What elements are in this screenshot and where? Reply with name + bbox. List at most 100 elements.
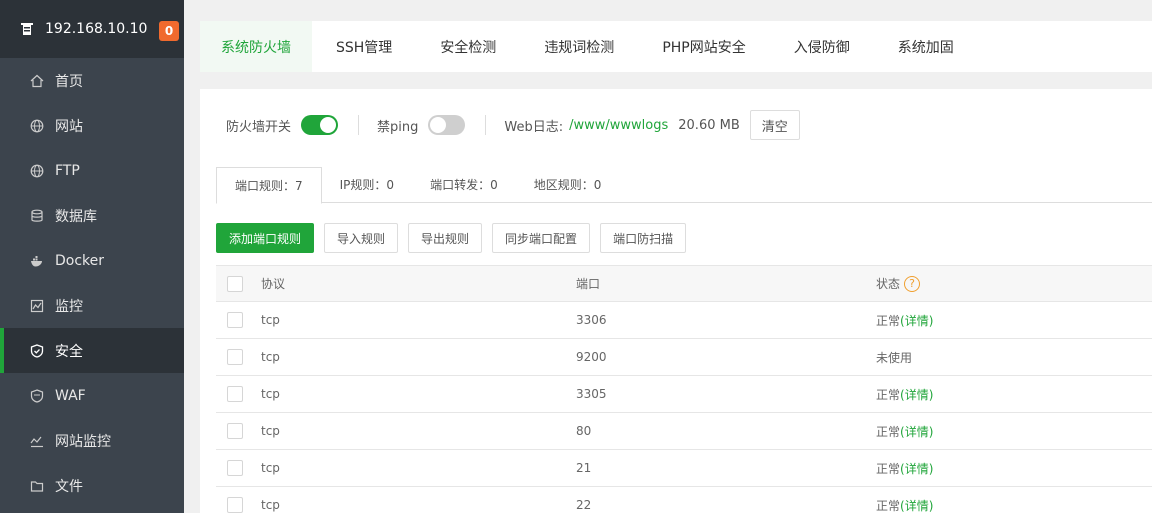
- toggle-knob: [430, 117, 447, 133]
- weblog-size: 20.60 MB: [678, 117, 740, 133]
- row-checkbox[interactable]: [227, 497, 243, 513]
- cell-status: 正常 (详情): [876, 386, 933, 403]
- row-checkbox[interactable]: [227, 349, 243, 365]
- table-row: tcp 22 正常 (详情): [216, 487, 1152, 513]
- header-port: 端口: [576, 277, 601, 291]
- sidebar-item-waf[interactable]: WAF: [0, 373, 184, 418]
- cell-port: 80: [576, 424, 592, 438]
- firewall-panel: 防火墙开关 禁ping Web日志: /www/wwwlogs 20.60 MB…: [200, 89, 1152, 513]
- weblog-path-link[interactable]: /www/wwwlogs: [569, 118, 668, 133]
- tab-system-hardening[interactable]: 系统加固: [874, 21, 978, 72]
- docker-icon: [30, 254, 44, 268]
- cell-protocol: tcp: [261, 498, 280, 512]
- export-rules-button[interactable]: 导出规则: [408, 223, 483, 253]
- sidebar-item-database[interactable]: 数据库: [0, 193, 184, 238]
- select-all-checkbox[interactable]: [227, 275, 243, 292]
- tab-system-firewall[interactable]: 系统防火墙: [200, 21, 312, 72]
- tab-port-forward[interactable]: 端口转发：0: [412, 167, 516, 202]
- logo-icon: [18, 20, 36, 38]
- header-protocol: 协议: [261, 277, 286, 291]
- detail-link[interactable]: (详情): [900, 312, 933, 329]
- rule-tabs: 端口规则：7 IP规则：0 端口转发：0 地区规则：0: [216, 167, 1152, 204]
- detail-link[interactable]: (详情): [900, 497, 933, 513]
- table-header: 协议 端口 状态 ?: [216, 266, 1152, 302]
- cell-status: 正常 (详情): [876, 312, 933, 329]
- status-text: 正常: [876, 424, 901, 439]
- cell-port: 3306: [576, 313, 607, 327]
- sidebar-item-label: FTP: [55, 162, 80, 179]
- tab-region-rules[interactable]: 地区规则：0: [516, 167, 620, 202]
- sidebar-item-monitor[interactable]: 监控: [0, 283, 184, 328]
- tab-intrusion-defense[interactable]: 入侵防御: [770, 21, 874, 72]
- tab-banned-words[interactable]: 违规词检测: [520, 21, 638, 72]
- security-tabs: 系统防火墙 SSH管理 安全检测 违规词检测 PHP网站安全 入侵防御 系统加固: [200, 21, 1152, 72]
- import-rules-button[interactable]: 导入规则: [324, 223, 399, 253]
- table-row: tcp 21 正常 (详情): [216, 450, 1152, 487]
- cell-port: 22: [576, 498, 592, 512]
- server-header: 192.168.10.10 0: [0, 0, 184, 58]
- tab-php-security[interactable]: PHP网站安全: [638, 21, 769, 72]
- clear-log-button[interactable]: 清空: [749, 110, 800, 140]
- table-row: tcp 80 正常 (详情): [216, 413, 1152, 450]
- sidebar-item-security[interactable]: 安全: [0, 328, 184, 373]
- table-row: tcp 3305 正常 (详情): [216, 376, 1152, 413]
- sidebar-item-ftp[interactable]: FTP: [0, 148, 184, 193]
- detail-link[interactable]: (详情): [900, 386, 933, 403]
- row-checkbox[interactable]: [227, 460, 243, 476]
- detail-link[interactable]: (详情): [900, 460, 933, 477]
- status-text: 正常: [876, 387, 901, 402]
- sidebar: 192.168.10.10 0 首页 网站 FTP 数据库 Docker 监控 …: [0, 0, 184, 513]
- sidebar-item-label: 网站监控: [55, 433, 111, 450]
- cell-status: 正常 (详情): [876, 460, 933, 477]
- cell-port: 9200: [576, 350, 607, 364]
- firewall-toggle[interactable]: [301, 115, 339, 135]
- ping-label: 禁ping: [377, 119, 419, 135]
- sidebar-item-docker[interactable]: Docker: [0, 238, 184, 283]
- table-row: tcp 9200 未使用: [216, 339, 1152, 376]
- status-text: 未使用: [876, 350, 913, 365]
- add-port-rule-button[interactable]: 添加端口规则: [216, 223, 315, 253]
- detail-link[interactable]: (详情): [900, 423, 933, 440]
- tab-security-check[interactable]: 安全检测: [416, 21, 520, 72]
- database-icon: [30, 209, 44, 223]
- home-icon: [30, 74, 44, 88]
- weblog-label: Web日志:: [504, 119, 564, 135]
- cell-protocol: tcp: [261, 461, 280, 475]
- sidebar-item-files[interactable]: 文件: [0, 463, 184, 508]
- sync-port-config-button[interactable]: 同步端口配置: [492, 223, 591, 253]
- cell-protocol: tcp: [261, 350, 280, 364]
- sidebar-item-label: 网站: [55, 118, 83, 135]
- ping-toggle[interactable]: [428, 115, 466, 135]
- sidebar-item-website[interactable]: 网站: [0, 103, 184, 148]
- sidebar-item-label: 监控: [55, 298, 83, 315]
- sidebar-item-site-monitor[interactable]: 网站监控: [0, 418, 184, 463]
- sidebar-item-home[interactable]: 首页: [0, 58, 184, 103]
- help-icon[interactable]: ?: [904, 275, 921, 292]
- cell-port: 21: [576, 461, 592, 475]
- shield-icon: [30, 343, 44, 358]
- row-checkbox[interactable]: [227, 312, 243, 328]
- notification-badge[interactable]: 0: [159, 21, 179, 41]
- cell-protocol: tcp: [261, 424, 280, 438]
- tab-ssh[interactable]: SSH管理: [312, 21, 416, 72]
- sidebar-item-label: 文件: [55, 478, 83, 495]
- globe-icon: [30, 119, 44, 133]
- header-status: 状态 ?: [876, 275, 921, 292]
- divider: [485, 115, 487, 135]
- header-status-label: 状态: [876, 277, 901, 291]
- tab-port-rules[interactable]: 端口规则：7: [216, 167, 322, 204]
- cell-protocol: tcp: [261, 313, 280, 327]
- chart-icon: [30, 434, 44, 448]
- table-row: tcp 3306 正常 (详情): [216, 302, 1152, 339]
- divider: [358, 115, 360, 135]
- tab-ip-rules[interactable]: IP规则：0: [322, 167, 412, 202]
- sidebar-item-label: 安全: [55, 343, 83, 360]
- row-checkbox[interactable]: [227, 386, 243, 402]
- waf-shield-icon: [30, 388, 44, 403]
- port-anti-scan-button[interactable]: 端口防扫描: [600, 223, 687, 253]
- firewall-switch-label: 防火墙开关: [226, 119, 292, 135]
- sidebar-item-label: 数据库: [55, 208, 97, 225]
- cell-port: 3305: [576, 387, 607, 401]
- monitor-icon: [30, 299, 44, 313]
- row-checkbox[interactable]: [227, 423, 243, 439]
